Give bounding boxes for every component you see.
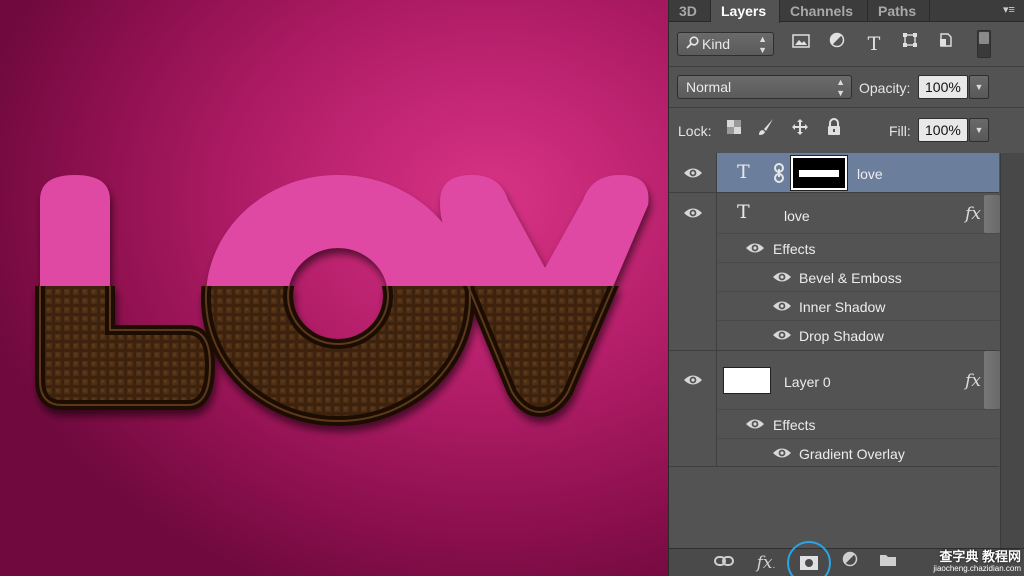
adjustment-filter-icon[interactable] <box>824 32 850 56</box>
opacity-input[interactable]: 100% <box>918 75 968 99</box>
layer-effects-scroll-thumb[interactable] <box>984 351 1000 409</box>
updown-arrows-icon: ▲ ▼ <box>758 34 767 55</box>
new-group-icon[interactable] <box>875 551 901 575</box>
visibility-toggle[interactable] <box>669 193 717 350</box>
smart-object-filter-icon[interactable] <box>933 32 959 56</box>
effect-inner-shadow[interactable]: Inner Shadow <box>799 299 885 315</box>
effect-drop-shadow[interactable]: Drop Shadow <box>799 328 884 344</box>
type-filter-icon[interactable]: T <box>861 32 887 56</box>
panel-menu-icon[interactable]: ▾≡ <box>999 3 1019 17</box>
layer-row-layer-0[interactable]: Layer 0 fx Effects Gradient Overlay <box>669 351 999 467</box>
lock-transparency-icon[interactable] <box>721 118 747 142</box>
lock-label: Lock: <box>678 123 712 139</box>
eye-icon <box>684 208 702 218</box>
layers-bottom-toolbar: fx. 查字典 教程网 jiaocheng.chazidian.com <box>669 541 1024 576</box>
watermark-line-1: 查字典 教程网 <box>939 549 1021 564</box>
shape-filter-icon[interactable] <box>897 32 923 56</box>
layers-list: T love T love fx Effects Bevel & Emboss <box>669 153 1024 548</box>
fill-input[interactable]: 100% <box>918 118 968 142</box>
opacity-slider-button[interactable]: ▼ <box>969 75 989 99</box>
eye-icon[interactable] <box>745 417 765 431</box>
layer-row-love-masked[interactable]: T love <box>669 153 999 193</box>
eye-icon <box>684 168 702 178</box>
fx-icon[interactable]: fx <box>965 204 981 224</box>
lock-image-pixels-icon[interactable] <box>753 118 779 142</box>
layer-name[interactable]: love <box>857 166 883 182</box>
adjustment-layer-icon[interactable] <box>837 551 863 575</box>
layer-name[interactable]: Layer 0 <box>784 374 831 390</box>
love-artwork <box>0 175 668 576</box>
layer-row-love[interactable]: T love fx Effects Bevel & Emboss Inner S… <box>669 193 999 351</box>
eye-icon[interactable] <box>772 328 792 342</box>
fx-icon[interactable]: fx <box>965 371 981 391</box>
pixel-layer-filter-icon[interactable] <box>788 32 814 56</box>
kind-filter-dropdown[interactable]: Kind ▲ ▼ <box>677 32 774 56</box>
lock-row: Lock: Fill: 100% ▼ <box>669 108 1024 153</box>
kind-filter-label: Kind <box>702 36 731 52</box>
layer-mask-thumbnail[interactable] <box>790 155 848 191</box>
visibility-toggle[interactable] <box>669 153 717 192</box>
search-icon <box>686 33 702 55</box>
tab-channels[interactable]: Channels <box>780 0 868 22</box>
link-chain-icon[interactable] <box>773 163 785 186</box>
effects-label[interactable]: Effects <box>773 241 816 257</box>
updown-arrows-icon: ▲ ▼ <box>836 77 845 98</box>
blend-mode-value: Normal <box>686 79 732 95</box>
tab-layers[interactable]: Layers <box>711 0 780 23</box>
opacity-label: Opacity: <box>859 80 911 96</box>
eye-icon[interactable] <box>772 270 792 284</box>
layer-thumbnail[interactable] <box>723 367 771 394</box>
lock-all-icon[interactable] <box>821 118 847 142</box>
layer-name[interactable]: love <box>784 208 810 224</box>
effects-label[interactable]: Effects <box>773 417 816 433</box>
filter-toggle-switch[interactable] <box>977 30 991 58</box>
fx-icon[interactable]: fx. <box>753 551 779 575</box>
lock-position-icon[interactable] <box>787 118 813 142</box>
watermark: 查字典 教程网 jiaocheng.chazidian.com <box>933 550 1021 574</box>
watermark-line-2: jiaocheng.chazidian.com <box>933 564 1021 573</box>
visibility-toggle[interactable] <box>669 351 717 466</box>
blend-row: Normal ▲ ▼ Opacity: 100% ▼ <box>669 67 1024 107</box>
layers-scrollbar[interactable] <box>1000 153 1024 548</box>
eye-icon[interactable] <box>772 446 792 460</box>
panel-tab-bar: 3D Layers Channels Paths ▾≡ <box>669 0 1024 23</box>
eye-icon[interactable] <box>772 299 792 313</box>
link-layers-icon[interactable] <box>711 551 737 575</box>
layers-panel: 3D Layers Channels Paths ▾≡ Kind ▲ ▼ T N… <box>668 0 1024 576</box>
blend-mode-dropdown[interactable]: Normal ▲ ▼ <box>677 75 852 99</box>
fill-label: Fill: <box>889 123 911 139</box>
layer-effects-scroll-thumb[interactable] <box>984 195 1000 233</box>
document-canvas[interactable] <box>0 0 668 576</box>
effect-gradient-overlay[interactable]: Gradient Overlay <box>799 446 905 462</box>
eye-icon[interactable] <box>745 241 765 255</box>
tab-3d[interactable]: 3D <box>669 0 711 22</box>
fill-slider-button[interactable]: ▼ <box>969 118 989 142</box>
text-layer-icon: T <box>737 161 750 183</box>
eye-icon <box>684 375 702 385</box>
effect-bevel-emboss[interactable]: Bevel & Emboss <box>799 270 902 286</box>
text-layer-icon: T <box>737 201 750 223</box>
filter-row: Kind ▲ ▼ T <box>669 22 1024 66</box>
tab-paths[interactable]: Paths <box>868 0 930 22</box>
